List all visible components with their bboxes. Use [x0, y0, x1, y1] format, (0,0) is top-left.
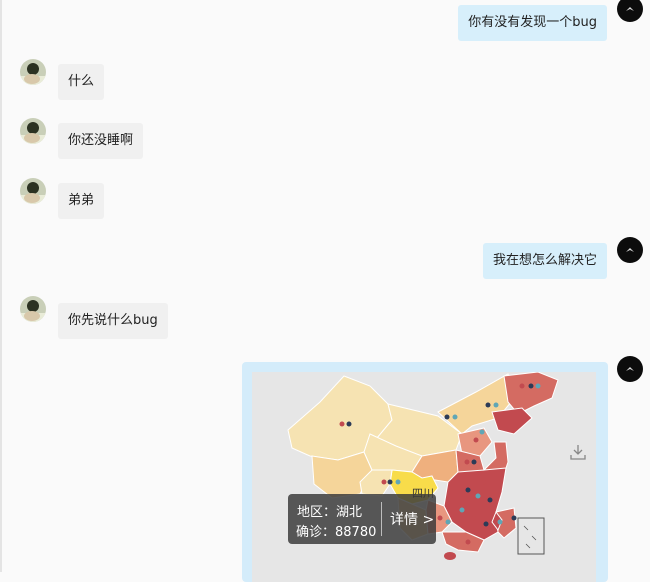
friend-avatar[interactable] [20, 178, 46, 204]
tooltip-detail-link[interactable]: 详情 > [390, 509, 434, 529]
my-avatar[interactable] [617, 237, 643, 263]
south-china-sea-inset [517, 517, 545, 555]
tooltip-confirmed: 确诊：88780 [296, 525, 377, 540]
message-bubble-incoming[interactable]: 弟弟 [58, 183, 105, 219]
message-bubble-incoming[interactable]: 你先说什么bug [58, 303, 168, 339]
china-map [287, 372, 559, 560]
window-edge [0, 0, 2, 572]
my-avatar[interactable] [617, 0, 643, 22]
friend-avatar[interactable] [20, 296, 46, 322]
tooltip-region: 地区：湖北 [297, 505, 363, 520]
friend-avatar[interactable] [20, 59, 46, 85]
message-bubble-outgoing[interactable]: 你有没有发现一个bug [458, 5, 607, 41]
friend-avatar[interactable] [20, 118, 46, 144]
my-avatar[interactable] [617, 356, 643, 382]
message-bubble-outgoing[interactable]: 我在想怎么解决它 [482, 243, 607, 279]
message-bubble-incoming[interactable]: 什么 [58, 64, 105, 100]
map-tooltip: 地区：湖北 确诊：88780 详情 > [288, 494, 436, 544]
tooltip-divider [381, 502, 382, 536]
epidemic-map-screenshot[interactable]: 四川 地区：湖北 确诊：88780 详情 > [252, 372, 596, 582]
message-bubble-incoming[interactable]: 你还没睡啊 [58, 123, 144, 159]
